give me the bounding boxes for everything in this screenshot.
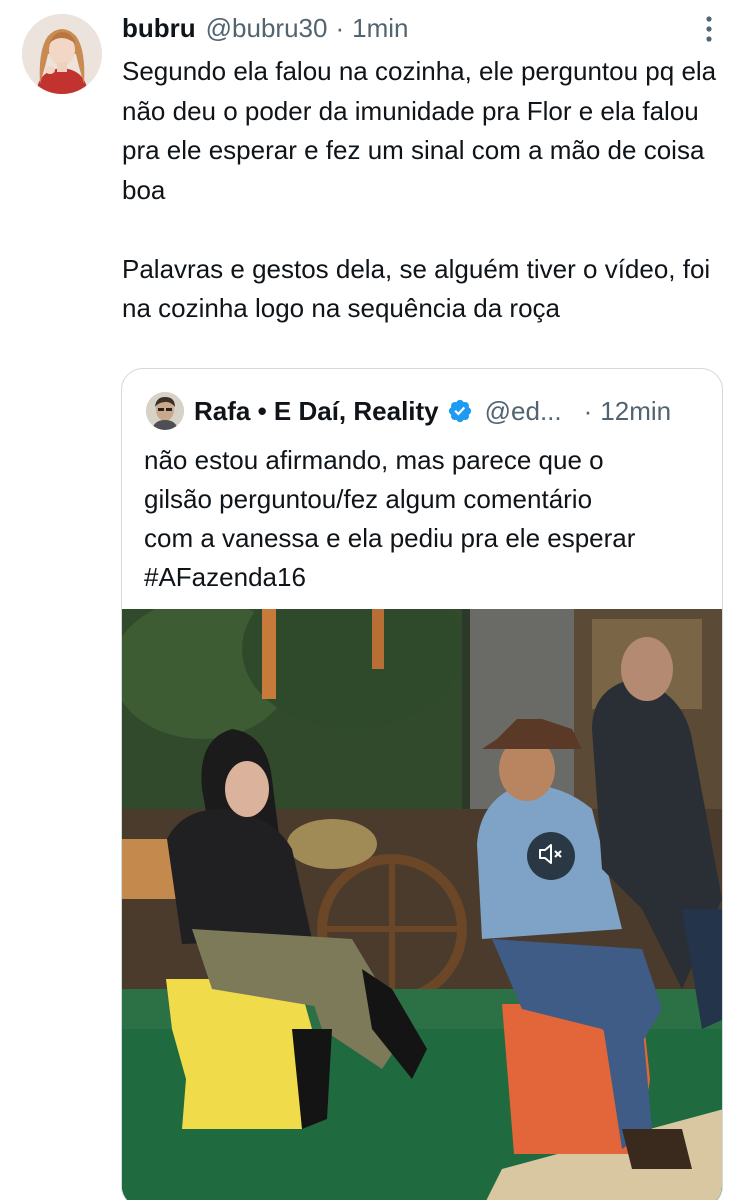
verified-badge-icon xyxy=(447,398,473,424)
quoted-tweet-body: não estou afirmando, mas parece que o gi… xyxy=(144,441,710,597)
separator-dot: · xyxy=(335,12,345,43)
video-frame xyxy=(122,609,722,1200)
quoted-author-avatar xyxy=(146,392,184,430)
author-name[interactable]: bubru xyxy=(122,13,196,44)
hashtag-link[interactable]: #AFazenda16 xyxy=(144,558,710,597)
mute-toggle-button[interactable] xyxy=(527,832,575,880)
video-player[interactable] xyxy=(122,609,722,1200)
tweet-timestamp[interactable]: 1min xyxy=(352,13,408,44)
quoted-tweet-header: Rafa • E Daí, Reality @ed... · 12min xyxy=(146,391,671,431)
separator-dot: · xyxy=(583,395,593,426)
quoted-author-name: Rafa • E Daí, Reality xyxy=(194,395,439,426)
more-vertical-icon xyxy=(705,15,713,47)
tweet-header: bubru @bubru30 · 1min xyxy=(122,10,409,46)
quoted-timestamp: 12min xyxy=(600,395,672,426)
tweet-body: Segundo ela falou na cozinha, ele pergun… xyxy=(122,52,722,329)
volume-muted-icon xyxy=(538,843,564,870)
quoted-tweet[interactable]: Rafa • E Daí, Reality @ed... · 12min não… xyxy=(121,368,723,1200)
quoted-text-line: com a vanessa e ela pediu pra ele espera… xyxy=(144,523,636,553)
quoted-text-line: gilsão perguntou/fez algum comentário xyxy=(144,484,593,514)
author-avatar[interactable] xyxy=(22,14,102,94)
tweet: bubru @bubru30 · 1min Segundo ela falou … xyxy=(0,0,746,1200)
tweet-paragraph: Segundo ela falou na cozinha, ele pergun… xyxy=(122,56,717,205)
author-handle[interactable]: @bubru30 xyxy=(206,13,328,44)
quoted-text-line: não estou afirmando, mas parece que o xyxy=(144,445,604,475)
quoted-author-handle: @ed... xyxy=(484,395,562,426)
tweet-paragraph: Palavras e gestos dela, se alguém tiver … xyxy=(122,253,711,324)
more-options-button[interactable] xyxy=(692,14,726,48)
